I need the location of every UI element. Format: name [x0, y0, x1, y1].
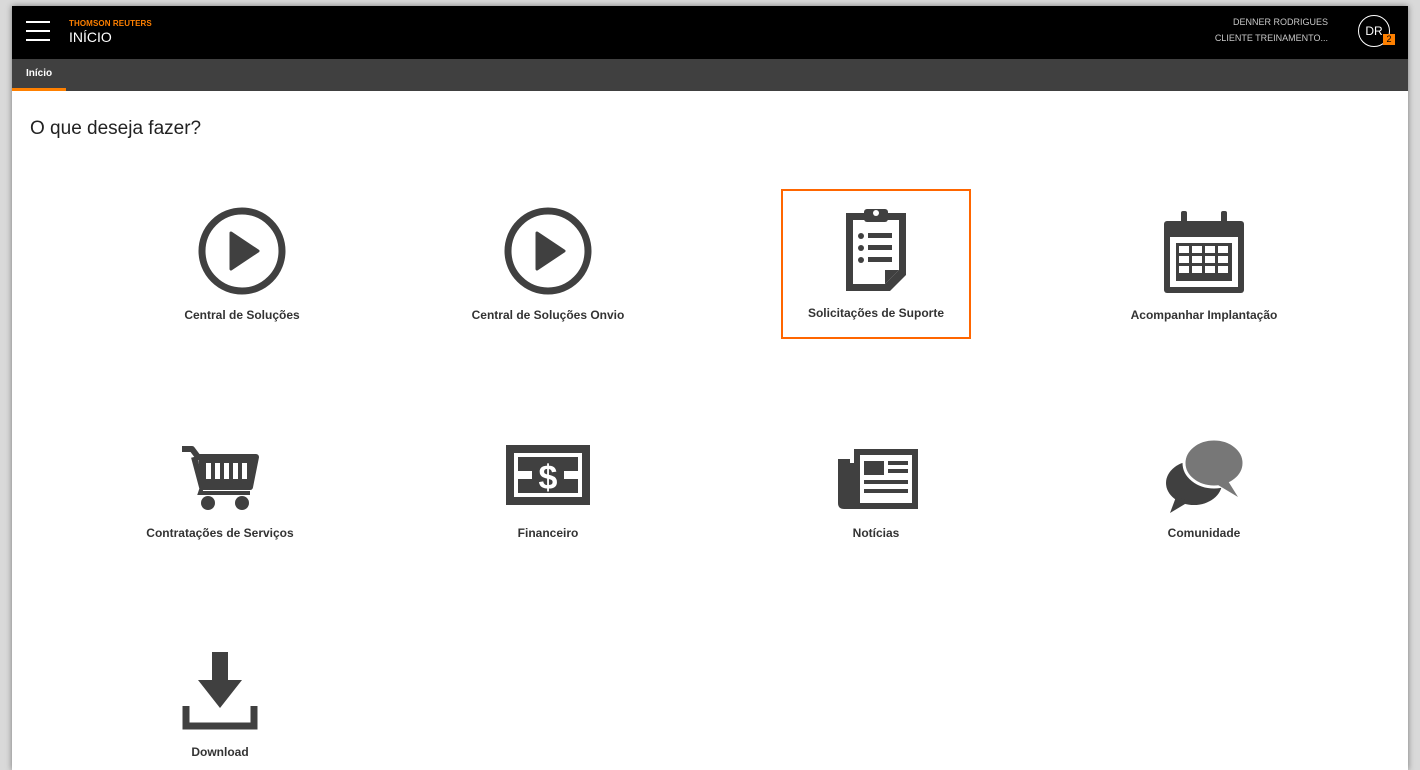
tile-label: Financeiro: [517, 526, 579, 540]
tile-download[interactable]: Download: [125, 628, 315, 770]
tile-acompanhar-implantacao[interactable]: Acompanhar Implantação: [1109, 191, 1299, 341]
tile-label: Acompanhar Implantação: [1130, 308, 1278, 322]
active-tab-indicator: [12, 88, 67, 91]
tile-label: Solicitações de Suporte: [807, 306, 945, 320]
shopping-cart-icon: [170, 423, 270, 515]
tile-contratacoes-de-servicos[interactable]: Contratações de Serviços: [125, 409, 315, 559]
section-heading: O que deseja fazer?: [30, 118, 202, 139]
tile-label: Comunidade: [1167, 526, 1241, 540]
chat-bubbles-icon: [1154, 423, 1254, 515]
tile-noticias[interactable]: Notícias: [781, 409, 971, 559]
user-name[interactable]: DENNER RODRIGUES: [1233, 17, 1328, 28]
tile-label: Download: [191, 745, 249, 759]
tab-inicio[interactable]: Início: [12, 59, 67, 91]
page-title: INÍCIO: [69, 29, 112, 45]
download-icon: [170, 642, 270, 734]
tile-label: Notícias: [852, 526, 900, 540]
tile-central-de-solucoes[interactable]: Central de Soluções: [147, 191, 337, 341]
money-bill-icon: $: [498, 423, 598, 515]
tile-label: Central de Soluções Onvio: [471, 308, 625, 322]
tile-central-de-solucoes-onvio[interactable]: Central de Soluções Onvio: [453, 191, 643, 341]
top-bar: THOMSON REUTERS INÍCIO DENNER RODRIGUES …: [12, 6, 1408, 59]
brand-logo: THOMSON REUTERS: [69, 19, 152, 28]
menu-icon[interactable]: [26, 21, 50, 43]
newspaper-icon: [826, 423, 926, 515]
user-organization[interactable]: CLIENTE TREINAMENTO...: [1215, 33, 1328, 44]
calendar-icon: [1154, 205, 1254, 297]
tile-comunidade[interactable]: Comunidade: [1109, 409, 1299, 559]
app-window: THOMSON REUTERS INÍCIO DENNER RODRIGUES …: [12, 6, 1408, 770]
notification-badge[interactable]: 2: [1383, 34, 1395, 45]
tile-financeiro[interactable]: $ Financeiro: [453, 409, 643, 559]
tile-label: Contratações de Serviços: [146, 526, 294, 540]
svg-text:$: $: [539, 459, 558, 497]
clipboard-icon: [826, 203, 926, 295]
play-circle-icon: [498, 205, 598, 297]
tile-label: Central de Soluções: [184, 308, 300, 322]
tile-solicitacoes-de-suporte[interactable]: Solicitações de Suporte: [781, 189, 971, 339]
tab-bar: Início: [12, 59, 1408, 91]
tab-label: Início: [26, 68, 53, 79]
play-circle-icon: [192, 205, 292, 297]
